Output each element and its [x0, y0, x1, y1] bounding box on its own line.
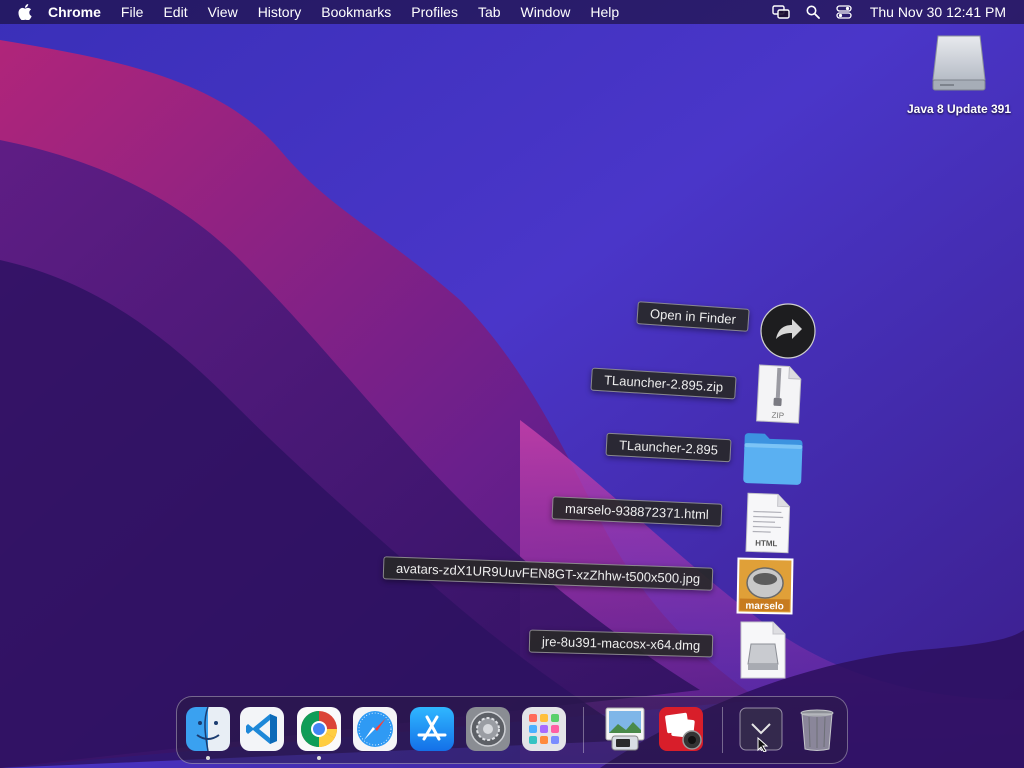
- menu-history[interactable]: History: [258, 4, 302, 20]
- control-center-icon[interactable]: [836, 5, 852, 19]
- menu-profiles[interactable]: Profiles: [411, 4, 458, 20]
- menu-tab[interactable]: Tab: [478, 4, 501, 20]
- finder-icon[interactable]: [185, 706, 231, 752]
- photo-booth-icon[interactable]: [658, 706, 704, 752]
- menu-clock[interactable]: Thu Nov 30 12:41 PM: [870, 4, 1006, 20]
- trash-icon[interactable]: [794, 706, 840, 752]
- screen-mirroring-icon[interactable]: [772, 5, 790, 19]
- dock-separator: [583, 707, 584, 753]
- preview-icon[interactable]: [602, 706, 648, 752]
- menu-app-name[interactable]: Chrome: [48, 4, 101, 20]
- image-badge: marselo: [745, 601, 784, 613]
- dock: [176, 696, 848, 764]
- image-thumbnail-icon[interactable]: marselo: [735, 556, 794, 615]
- vscode-icon[interactable]: [239, 706, 285, 752]
- menu-bookmarks[interactable]: Bookmarks: [321, 4, 391, 20]
- downloads-stack-icon[interactable]: [738, 706, 784, 753]
- apple-icon[interactable]: [16, 3, 34, 21]
- safari-icon[interactable]: [352, 706, 398, 752]
- chrome-icon[interactable]: [296, 706, 342, 752]
- menu-help[interactable]: Help: [590, 4, 619, 20]
- menu-view[interactable]: View: [208, 4, 238, 20]
- zip-file-icon[interactable]: ZIP: [754, 363, 803, 425]
- launchpad-icon[interactable]: [521, 706, 567, 752]
- folder-icon[interactable]: [741, 429, 805, 487]
- zip-badge: ZIP: [771, 411, 784, 421]
- search-icon[interactable]: [806, 5, 820, 19]
- dock-separator: [722, 707, 723, 753]
- html-badge: HTML: [755, 539, 778, 549]
- external-drive-icon: [930, 34, 988, 94]
- app-store-icon[interactable]: [409, 706, 455, 752]
- menu-edit[interactable]: Edit: [163, 4, 187, 20]
- menu-window[interactable]: Window: [521, 4, 571, 20]
- desktop-icon-java[interactable]: Java 8 Update 391: [896, 34, 1022, 116]
- desktop-icon-label: Java 8 Update 391: [906, 102, 1012, 116]
- desktop-wallpaper: [0, 0, 1024, 768]
- stack-item-dmg-label[interactable]: jre-8u391-macosx-x64.dmg: [528, 629, 714, 658]
- disk-image-icon[interactable]: [739, 620, 787, 680]
- system-preferences-icon[interactable]: [465, 706, 511, 752]
- open-in-finder-button[interactable]: [760, 303, 816, 359]
- menu-bar: Chrome File Edit View History Bookmarks …: [0, 0, 1024, 24]
- html-file-icon[interactable]: HTML: [744, 491, 792, 555]
- finder-running-indicator: [206, 756, 210, 760]
- chrome-running-indicator: [317, 756, 321, 760]
- menu-file[interactable]: File: [121, 4, 144, 20]
